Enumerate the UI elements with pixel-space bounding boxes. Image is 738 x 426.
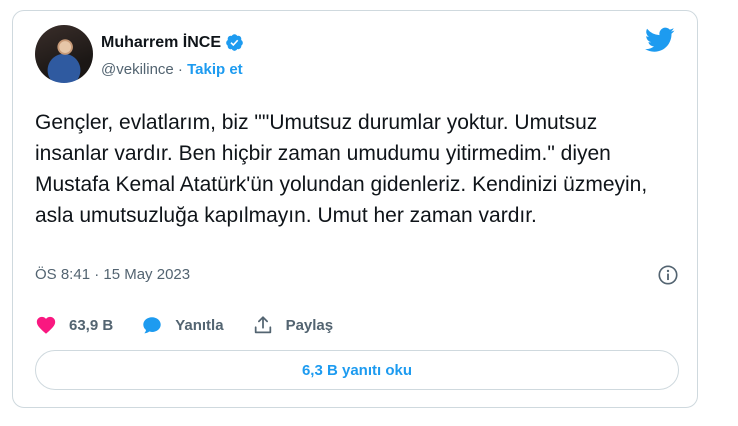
reply-label: Yanıtla — [175, 316, 224, 334]
author-handle[interactable]: @vekilince — [101, 61, 174, 78]
read-replies-button[interactable]: 6,3 B yanıtı oku — [35, 350, 679, 390]
verified-badge-icon — [226, 34, 243, 51]
share-button[interactable]: Paylaş — [252, 314, 334, 336]
follow-link[interactable]: Takip et — [187, 61, 243, 78]
reply-bubble-icon — [143, 317, 161, 334]
tweet-timestamp[interactable]: ÖS 8:41 · 15 May 2023 — [35, 266, 190, 283]
read-replies-label: 6,3 B yanıtı oku — [301, 361, 413, 379]
author-name[interactable]: Muharrem İNCE — [101, 34, 221, 52]
tweet-actions: 63,9 B Yanıtla Paylaş — [35, 312, 361, 338]
reply-button[interactable]: Yanıtla — [141, 314, 224, 336]
share-label: Paylaş — [285, 316, 334, 334]
share-icon — [254, 316, 271, 334]
info-icon[interactable] — [657, 264, 679, 286]
heart-icon — [36, 316, 56, 334]
handle-separator: · — [173, 61, 188, 78]
tweet-text: Gençler, evlatlarım, biz ""Umutsuz durum… — [35, 111, 648, 227]
like-count: 63,9 B — [69, 316, 114, 334]
avatar[interactable] — [35, 25, 93, 83]
twitter-bird-icon[interactable] — [645, 27, 675, 53]
like-button[interactable]: 63,9 B — [35, 314, 113, 336]
timestamp-row: ÖS 8:41 · 15 May 2023 — [35, 264, 679, 286]
author-name-row[interactable]: Muharrem İNCE — [101, 33, 244, 52]
tweet-card: Muharrem İNCE @vekilince · Takip et Genç… — [12, 10, 698, 408]
author-handle-row: @vekilince · Takip et — [101, 61, 243, 78]
